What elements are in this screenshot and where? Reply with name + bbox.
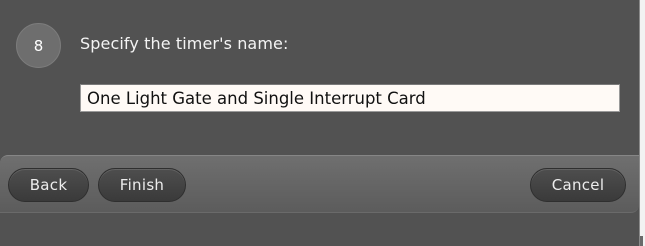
button-bar: Back Finish Cancel (0, 155, 639, 213)
resize-grip[interactable] (640, 236, 643, 246)
edge-line (639, 0, 640, 246)
cancel-button[interactable]: Cancel (530, 168, 626, 202)
timer-name-input[interactable] (80, 84, 620, 112)
finish-button[interactable]: Finish (98, 168, 186, 202)
window-right-edge (639, 0, 645, 246)
back-button[interactable]: Back (8, 168, 89, 202)
wizard-window: 8 Specify the timer's name: Back Finish … (0, 0, 639, 246)
step-prompt: Specify the timer's name: (80, 34, 289, 53)
step-number-badge: 8 (16, 23, 61, 68)
